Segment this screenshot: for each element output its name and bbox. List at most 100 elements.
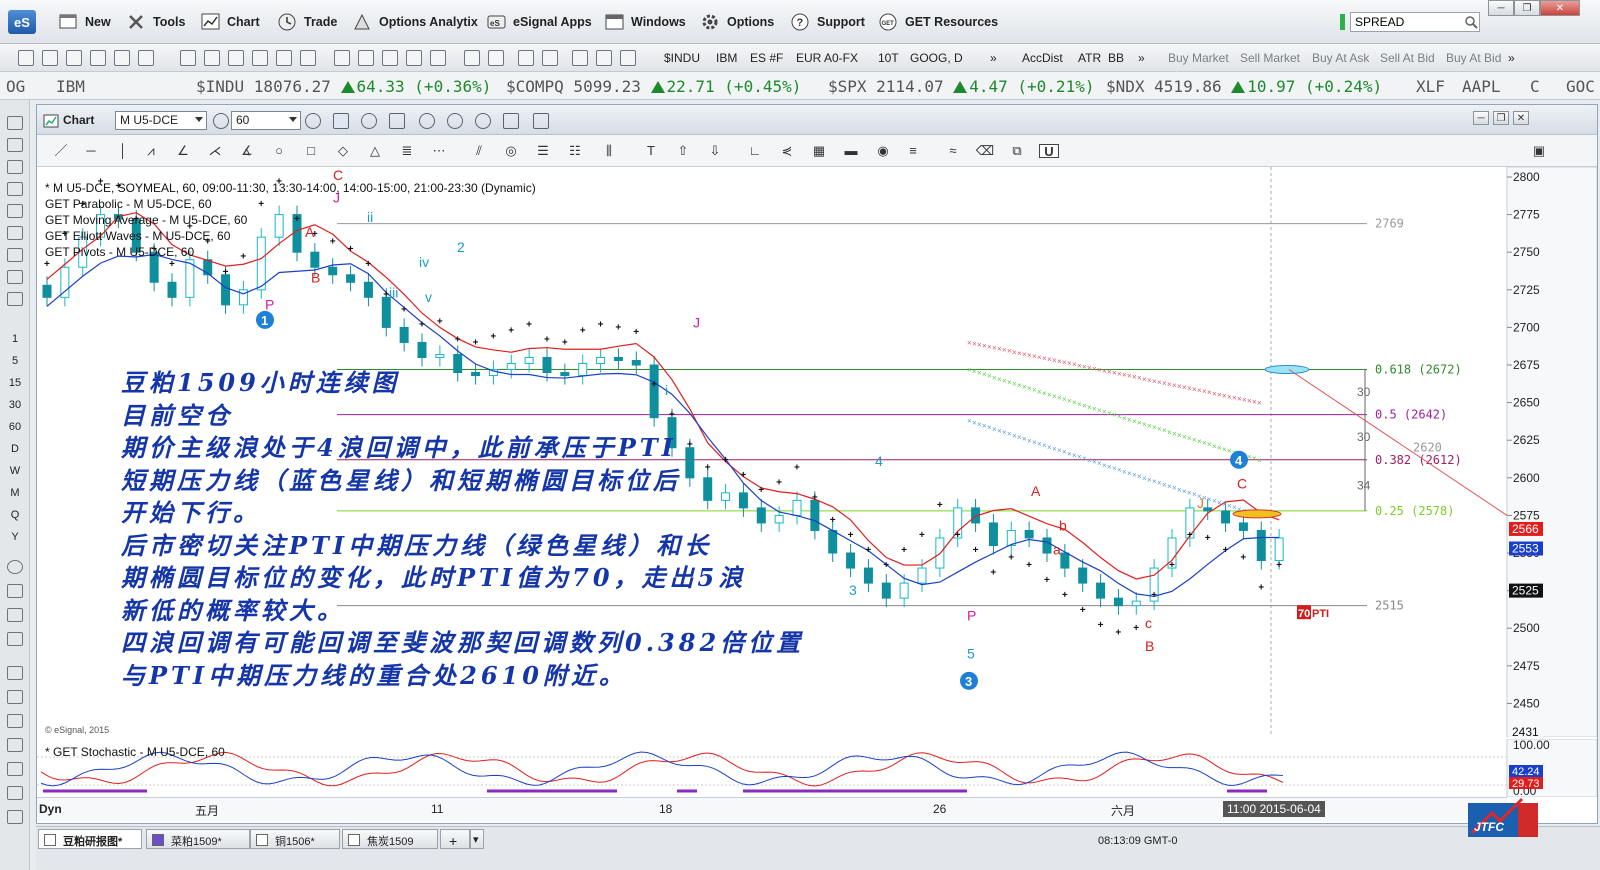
toolbar-tool-icon-8[interactable] [334, 50, 350, 66]
interval-y[interactable]: Y [0, 531, 30, 543]
retracement-tool-icon[interactable]: ☰ [533, 144, 553, 158]
tab-page-2[interactable]: 菜粕1509* [146, 829, 250, 849]
quick-symbol-link[interactable]: $INDU [664, 51, 700, 65]
cycle-tool-icon[interactable]: ◎ [501, 144, 521, 158]
sidebar-tool-icon[interactable] [7, 160, 23, 174]
ticker-item[interactable]: GOC [1566, 77, 1595, 96]
alert-icon[interactable] [447, 113, 463, 129]
sidebar-tool-icon[interactable] [7, 292, 23, 306]
search-icon[interactable] [1464, 15, 1478, 29]
ticker-item[interactable]: XLF [1416, 77, 1445, 96]
sidebar-tool-icon[interactable] [7, 270, 23, 284]
ticker-item[interactable]: IBM [56, 77, 85, 96]
tab-page-1[interactable]: 豆粕研报图* [38, 829, 142, 849]
sidebar-tool-icon[interactable] [7, 786, 23, 800]
trendline-tool-icon[interactable]: ／ [51, 144, 71, 158]
quick-symbol-link[interactable]: 10T [878, 51, 899, 65]
ticker-item[interactable]: C [1530, 77, 1540, 96]
chart-symbol-input[interactable]: M U5-DCE [115, 111, 207, 130]
menu-support[interactable]: ? Support [790, 12, 865, 32]
sidebar-tool-icon[interactable] [7, 810, 23, 824]
area-chart-icon[interactable] [276, 50, 292, 66]
zigzag-tool-icon[interactable]: ⩘ [141, 144, 161, 158]
tag-icon[interactable] [475, 113, 491, 129]
toolbar-tool-icon-16[interactable] [542, 50, 558, 66]
chart-settings-icon[interactable]: ▣ [1529, 144, 1549, 158]
pitchfork-tool-icon[interactable]: ⋌ [205, 144, 225, 158]
menu-esignal-apps[interactable]: eS eSignal Apps [486, 12, 592, 32]
ellipse-tool-icon[interactable]: ○ [269, 144, 289, 158]
time-template-icon[interactable] [305, 113, 321, 129]
speed-line-tool-icon[interactable]: ⋞ [777, 144, 797, 158]
chart-minimize-button[interactable]: ─ [1473, 111, 1489, 125]
stochastic-panel[interactable]: 100.000.0042.2429.73 [37, 739, 1597, 797]
magnet-tool-icon[interactable]: U [1039, 144, 1059, 159]
date-axis[interactable]: Dyn 五月 11 18 26 六月 11:00 2015-06-04 [37, 797, 1507, 821]
toolbar-tool-icon-18[interactable] [596, 50, 612, 66]
menu-trade[interactable]: Trade [277, 12, 337, 32]
menu-options[interactable]: Options [700, 12, 774, 32]
grid-tool-icon[interactable]: ▦ [809, 144, 829, 158]
mob-tool-icon[interactable]: ▬ [841, 144, 861, 158]
quick-symbol-link[interactable]: IBM [716, 51, 737, 65]
chart-interval-select[interactable]: 60 [231, 111, 301, 130]
ticker-item[interactable]: $SPX 2114.07 4.47 (+0.21%) [828, 77, 1094, 96]
symbol-settings-icon[interactable] [213, 113, 229, 129]
sidebar-tool-icon[interactable] [7, 248, 23, 262]
line-chart-icon[interactable] [252, 50, 268, 66]
rectangle-tool-icon[interactable]: □ [301, 144, 321, 158]
sidebar-tool-icon[interactable] [7, 666, 23, 680]
menu-get-resources[interactable]: GET GET Resources [878, 12, 998, 32]
interval-5[interactable]: 5 [0, 355, 30, 367]
angle-tool-icon[interactable]: ∟ [745, 144, 765, 158]
quick-symbol-link[interactable]: GOOG, D [910, 51, 963, 65]
vertical-line-tool-icon[interactable]: │ [113, 144, 133, 158]
toolbar-tool-icon-13[interactable] [464, 50, 480, 66]
time-zone-tool-icon[interactable]: ⫼ [599, 144, 619, 158]
bar-chart-icon[interactable] [204, 50, 220, 66]
toolbar-tool-icon-9[interactable] [358, 50, 374, 66]
close-window-button[interactable]: ✕ [1540, 0, 1580, 16]
sidebar-tool-icon[interactable] [7, 632, 23, 646]
menu-tools[interactable]: Tools [126, 12, 185, 32]
triangle-tool-icon[interactable]: △ [365, 144, 385, 158]
toolbar-tool-icon-3[interactable] [66, 50, 82, 66]
pencil-icon[interactable] [333, 113, 349, 129]
tab-page-4[interactable]: 焦炭1509 [342, 829, 438, 849]
more-trades-button[interactable]: » [1508, 51, 1515, 65]
toolbar-tool-icon-14[interactable] [488, 50, 504, 66]
toolbar-tool-icon-10[interactable] [382, 50, 398, 66]
arrow-down-tool-icon[interactable]: ⇩ [705, 144, 725, 158]
toolbar-tool-icon-15[interactable] [518, 50, 534, 66]
toolbar-tool-icon-6[interactable] [138, 50, 154, 66]
parallel-tool-icon[interactable]: ⫽ [469, 144, 489, 158]
ticker-item[interactable]: $INDU 18076.27 64.33 (+0.36%) [196, 77, 491, 96]
chart-tool-icon[interactable] [389, 113, 405, 129]
tab-list-dropdown[interactable]: ▾ [470, 829, 484, 849]
interval-w[interactable]: W [0, 465, 30, 477]
study-link[interactable]: BB [1108, 51, 1124, 65]
toolbar-tool-icon-12[interactable] [430, 50, 446, 66]
toolbar-tool-icon-1[interactable] [18, 50, 34, 66]
quick-symbol-link[interactable]: ES #F [750, 51, 783, 65]
layers-tool-icon[interactable]: ⧉ [1007, 144, 1027, 158]
extension-tool-icon[interactable]: ☷ [565, 144, 585, 158]
horizontal-line-tool-icon[interactable]: ─ [81, 144, 101, 158]
menu-windows[interactable]: Windows [604, 12, 686, 32]
sidebar-tool-icon[interactable] [7, 226, 23, 240]
sell-market-button[interactable]: Sell Market [1240, 51, 1300, 65]
toolbar-tool-icon-4[interactable] [90, 50, 106, 66]
toolbar-tool-icon-7[interactable] [180, 50, 196, 66]
play-icon[interactable] [419, 113, 435, 129]
dyn-label[interactable]: Dyn [39, 802, 62, 816]
wave-tool-icon[interactable]: ≈ [943, 144, 963, 158]
sidebar-tool-icon[interactable] [7, 138, 23, 152]
link-icon[interactable] [361, 113, 377, 129]
diamond-tool-icon[interactable]: ◇ [333, 144, 353, 158]
interval-60[interactable]: 60 [0, 421, 30, 433]
menu-chart[interactable]: Chart [200, 12, 260, 32]
interval-1[interactable]: 1 [0, 333, 30, 345]
ticker-item[interactable]: $COMPQ 5099.23 22.71 (+0.45%) [506, 77, 801, 96]
menu-new[interactable]: New [58, 12, 111, 32]
interval-30[interactable]: 30 [0, 399, 30, 411]
